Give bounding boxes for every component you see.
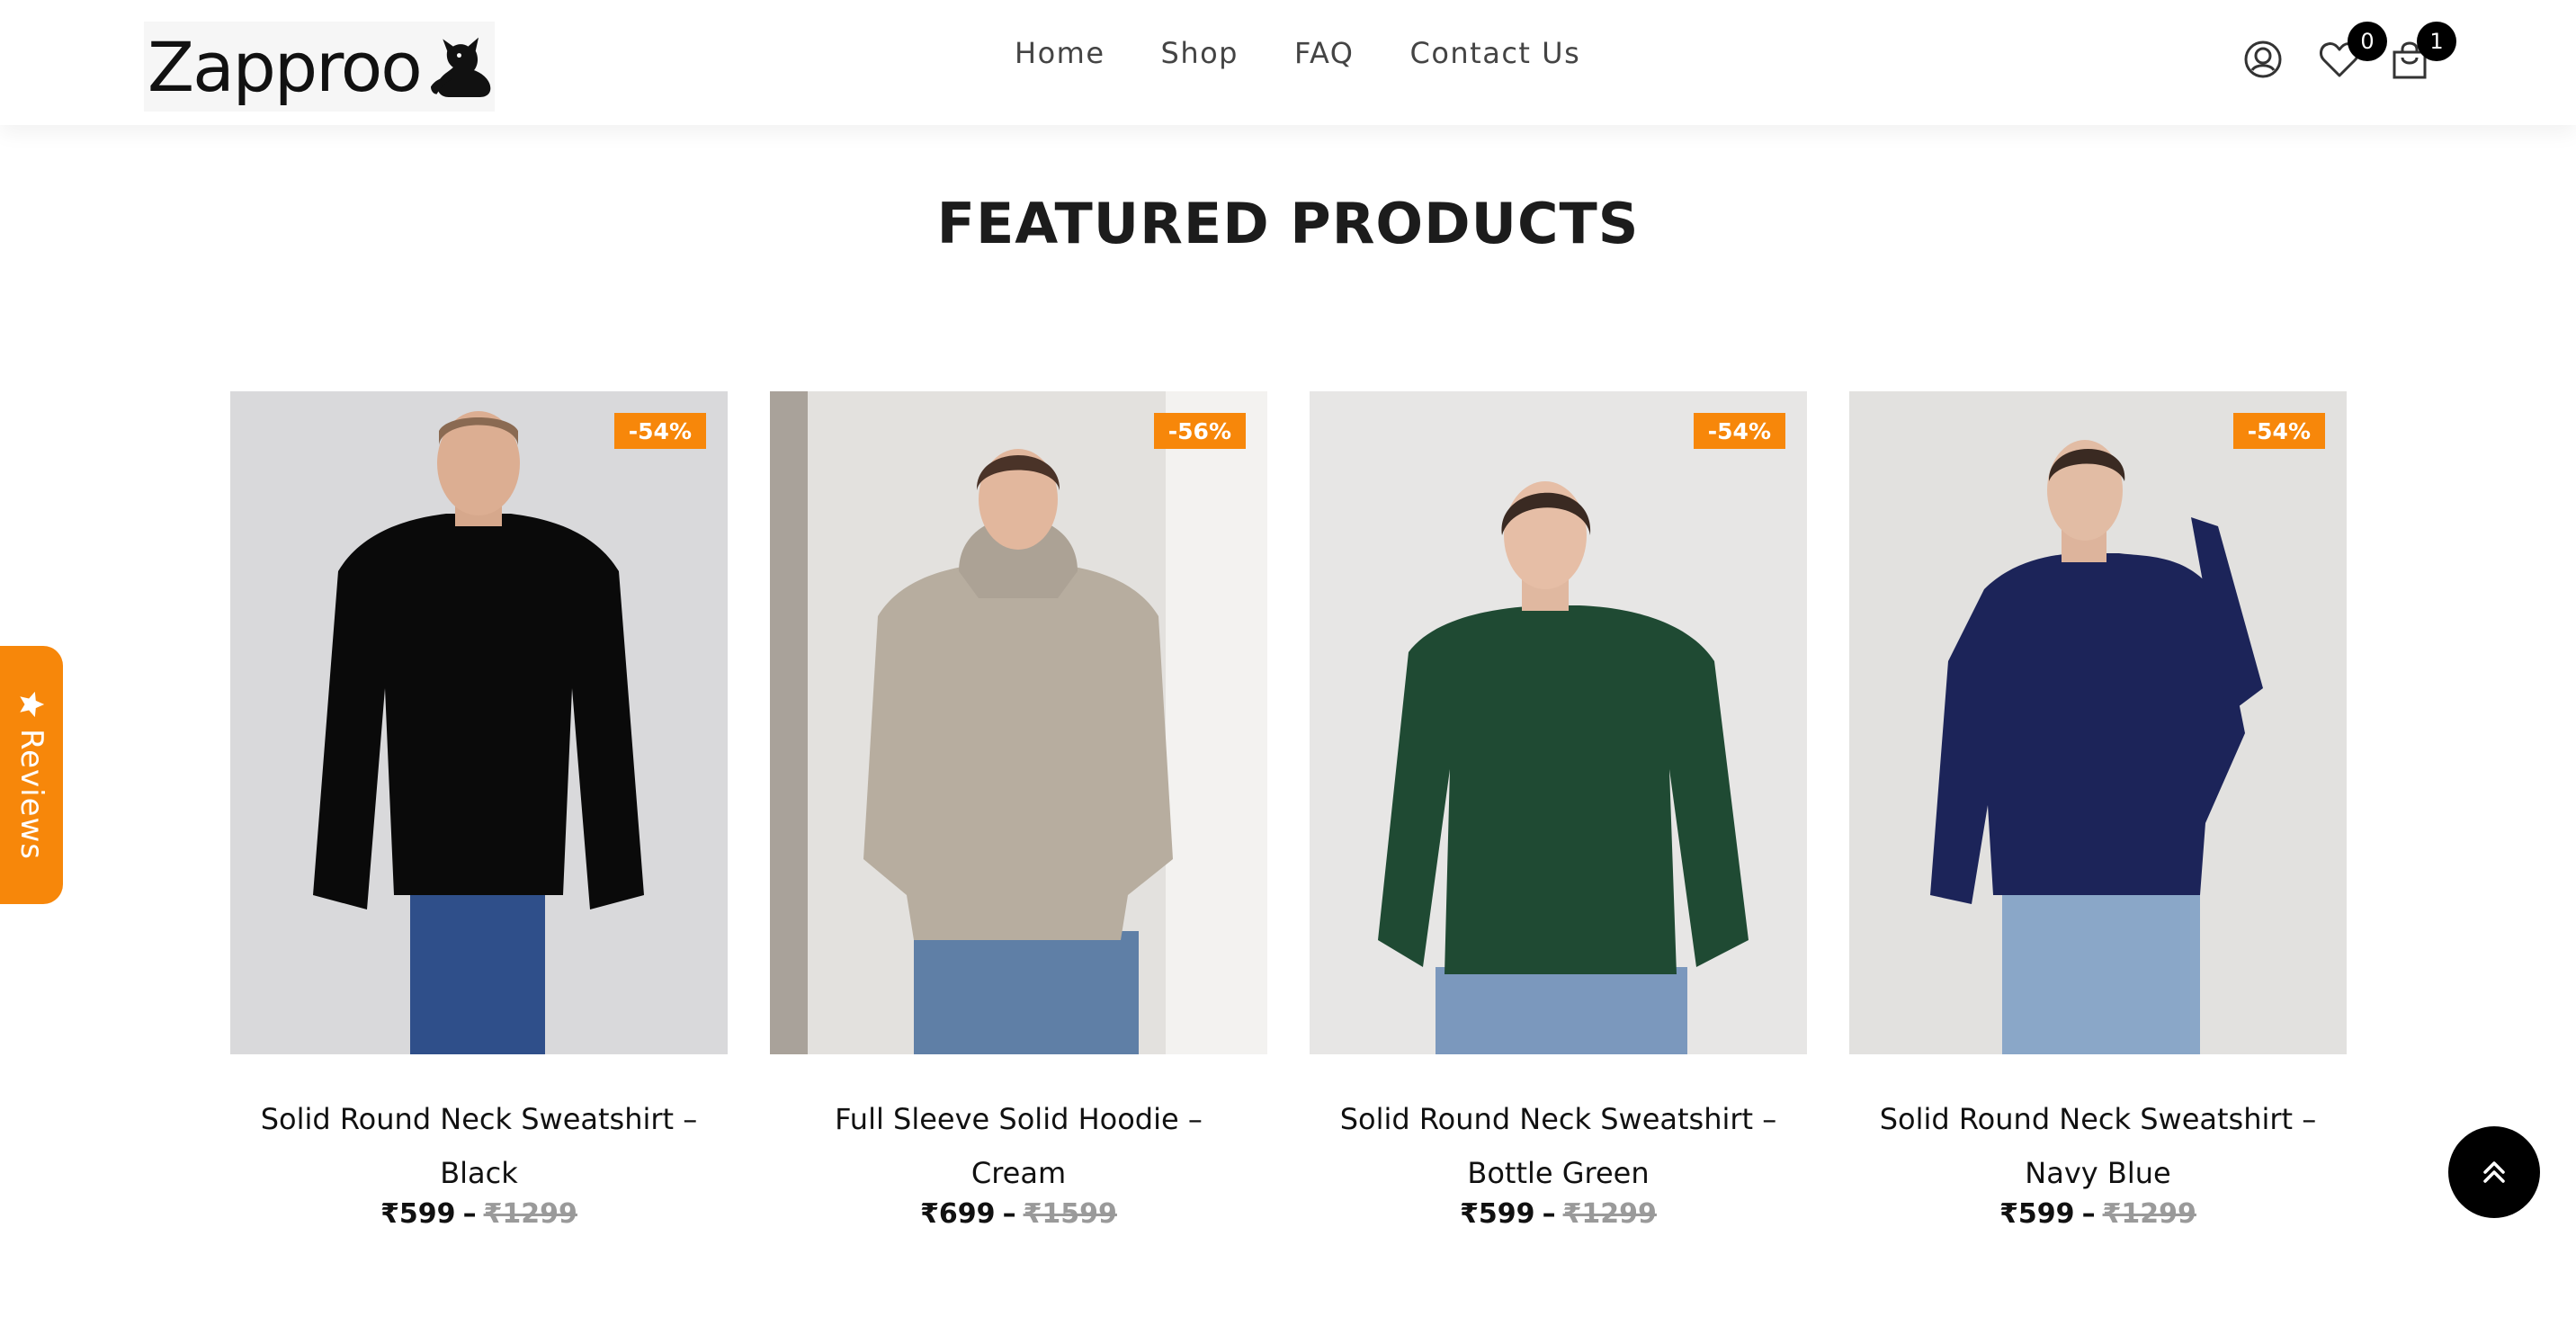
product-price: ₹699– ₹1599	[770, 1198, 1267, 1230]
price-separator: –	[1542, 1198, 1556, 1230]
nav-shop[interactable]: Shop	[1161, 36, 1239, 70]
product-image[interactable]: -56%	[770, 391, 1267, 1054]
reviews-tab[interactable]: Reviews	[0, 646, 63, 904]
product-name[interactable]: Solid Round Neck Sweatshirt – Bottle Gre…	[1310, 1092, 1807, 1200]
product-card[interactable]: -54% Solid Round Neck Sweatshirt – Black…	[230, 391, 728, 1230]
sale-badge: -56%	[1153, 413, 1246, 449]
sale-badge: -54%	[2232, 413, 2325, 449]
cart-count-badge: 1	[2417, 22, 2456, 61]
reviews-tab-content: Reviews	[13, 689, 49, 861]
product-price: ₹599– ₹1299	[230, 1198, 728, 1230]
price-separator: –	[2081, 1198, 2096, 1230]
current-price: ₹599	[1460, 1198, 1535, 1230]
current-price: ₹599	[380, 1198, 456, 1230]
price-separator: –	[1002, 1198, 1016, 1230]
sale-badge: -54%	[613, 413, 706, 449]
reviews-label: Reviews	[13, 729, 49, 861]
original-price: ₹1299	[1562, 1198, 1657, 1230]
user-icon[interactable]	[2243, 40, 2283, 81]
brand-name: Zapproo	[148, 26, 423, 107]
product-name[interactable]: Solid Round Neck Sweatshirt – Navy Blue	[1849, 1092, 2347, 1200]
price-separator: –	[462, 1198, 477, 1230]
product-name[interactable]: Full Sleeve Solid Hoodie – Cream	[770, 1092, 1267, 1200]
product-card[interactable]: -54% Solid Round Neck Sweatshirt – Navy …	[1849, 391, 2347, 1230]
original-price: ₹1299	[2102, 1198, 2196, 1230]
section-title: FEATURED PRODUCTS	[936, 191, 1640, 256]
product-photo-navy	[1849, 391, 2347, 1054]
scroll-to-top-button[interactable]	[2448, 1126, 2540, 1218]
product-image[interactable]: -54%	[230, 391, 728, 1054]
current-price: ₹599	[1999, 1198, 2075, 1230]
product-price: ₹599– ₹1299	[1849, 1198, 2347, 1230]
product-photo-green	[1310, 391, 1807, 1054]
sale-badge: -54%	[1693, 413, 1785, 449]
nav-home[interactable]: Home	[1015, 36, 1105, 70]
site-header: Zapproo Home Shop FAQ Contact Us 0 1	[0, 0, 2576, 125]
product-price: ₹599– ₹1299	[1310, 1198, 1807, 1230]
fox-logo-icon	[430, 37, 491, 98]
product-image[interactable]: -54%	[1849, 391, 2347, 1054]
star-icon	[20, 692, 45, 718]
product-name[interactable]: Solid Round Neck Sweatshirt – Black	[230, 1092, 728, 1200]
product-image[interactable]: -54%	[1310, 391, 1807, 1054]
product-card[interactable]: -56% Full Sleeve Solid Hoodie – Cream ₹6…	[770, 391, 1267, 1230]
product-photo-cream	[770, 391, 1267, 1054]
current-price: ₹699	[920, 1198, 996, 1230]
original-price: ₹1299	[483, 1198, 577, 1230]
main-nav: Home Shop FAQ Contact Us	[1015, 36, 1580, 70]
product-photo-black	[230, 391, 728, 1054]
double-chevron-up-icon	[2483, 1161, 2505, 1183]
wishlist-count-badge: 0	[2348, 22, 2387, 61]
nav-contact-us[interactable]: Contact Us	[1409, 36, 1580, 70]
original-price: ₹1599	[1023, 1198, 1117, 1230]
product-card[interactable]: -54% Solid Round Neck Sweatshirt – Bottl…	[1310, 391, 1807, 1230]
brand-logo[interactable]: Zapproo	[144, 22, 495, 112]
nav-faq[interactable]: FAQ	[1294, 36, 1354, 70]
